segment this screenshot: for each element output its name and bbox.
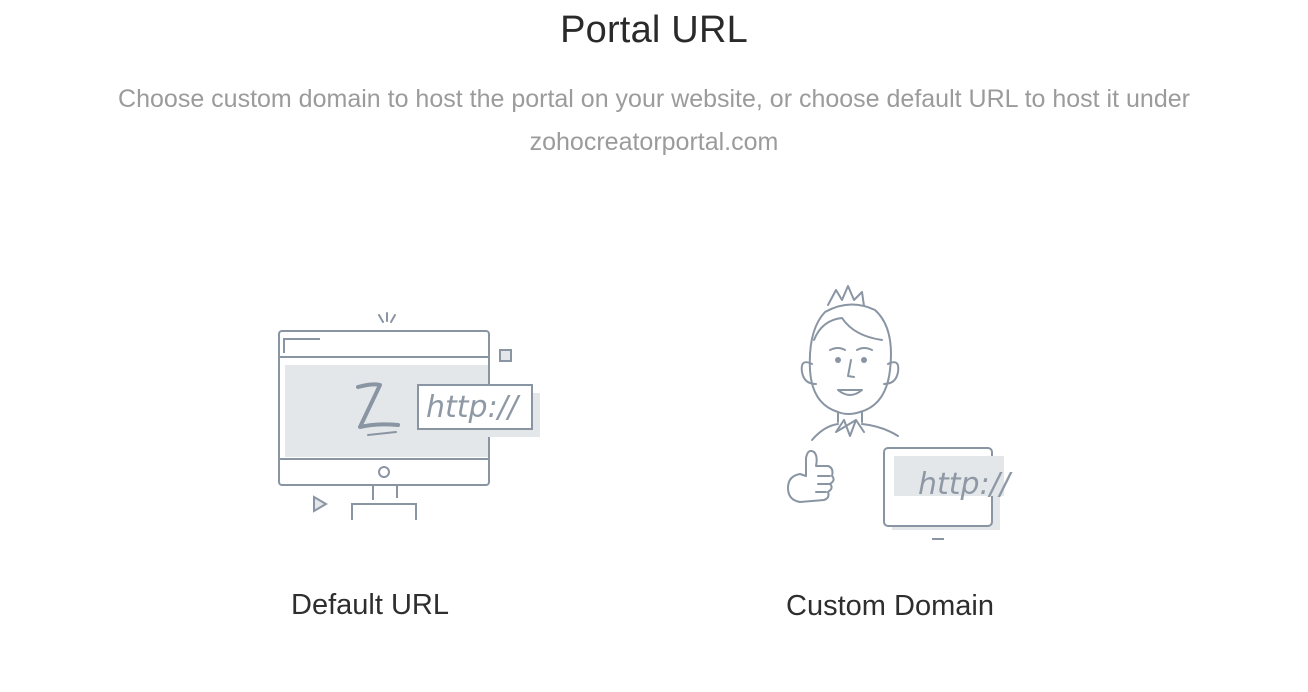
page-title: Portal URL xyxy=(560,9,748,51)
person-thumbs-up-illustration-icon: http:// xyxy=(787,285,1013,540)
monitor-url-illustration-icon: http:// xyxy=(278,312,540,520)
custom-domain-label: Custom Domain xyxy=(786,590,994,622)
custom-domain-option[interactable]: http:// Custom Domain xyxy=(750,280,1030,635)
default-url-http-text: http:// xyxy=(426,390,521,425)
default-url-option[interactable]: http:// Default URL xyxy=(240,285,540,635)
default-url-label: Default URL xyxy=(291,589,449,621)
custom-domain-http-text: http:// xyxy=(918,467,1013,502)
page-subtitle: Choose custom domain to host the portal … xyxy=(118,85,1190,156)
